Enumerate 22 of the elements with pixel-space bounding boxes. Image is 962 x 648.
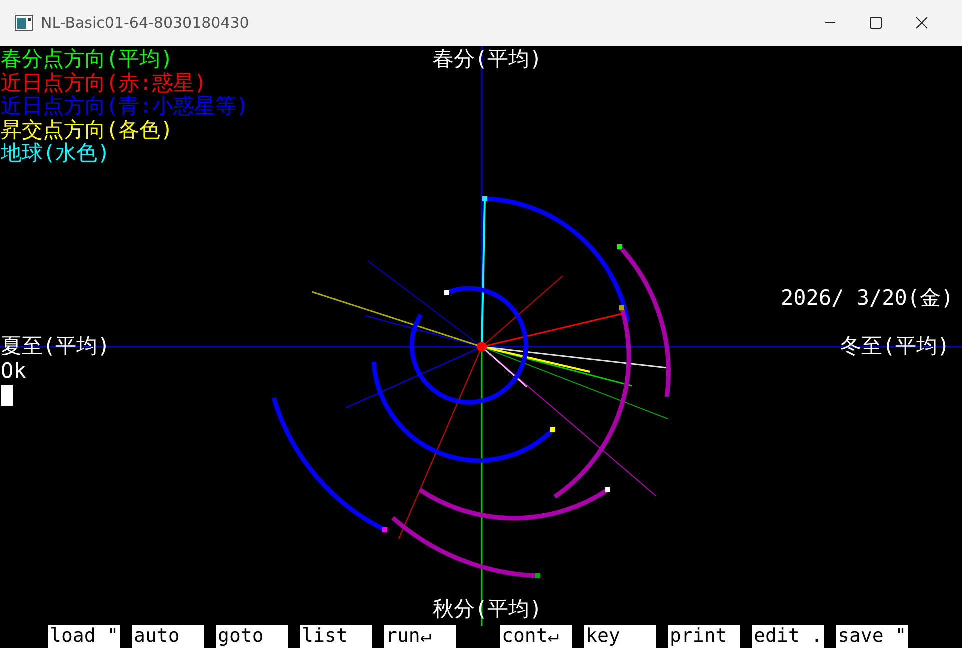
function-key[interactable]: run↵: [384, 625, 456, 648]
legend-label: 地球(水色): [1, 142, 112, 166]
legend-label: 春分点方向(平均): [1, 48, 174, 72]
function-key[interactable]: print: [668, 625, 740, 648]
legend-label: 近日点方向(青:小惑星等): [1, 95, 249, 118]
function-key[interactable]: auto: [132, 625, 204, 648]
function-key[interactable]: save ": [836, 625, 908, 648]
function-key[interactable]: load ": [48, 625, 120, 648]
function-key[interactable]: goto: [216, 625, 288, 648]
app-icon: [15, 15, 33, 31]
function-key[interactable]: list: [300, 625, 372, 648]
close-icon[interactable]: [916, 17, 928, 29]
legend-label: 昇交点方向(各色): [1, 118, 174, 142]
function-key[interactable]: cont↵: [500, 625, 572, 648]
prompt-text: Ok: [1, 360, 26, 384]
legend-label: 近日点方向(赤:惑星): [1, 72, 208, 95]
window-title: NL-Basic01-64-8030180430: [41, 14, 250, 32]
function-key[interactable]: edit .: [752, 625, 824, 648]
function-key[interactable]: key: [584, 625, 656, 648]
text-cursor: [1, 385, 13, 406]
maximize-icon[interactable]: [870, 17, 882, 29]
date-label: 2026/ 3/20(金): [781, 287, 954, 310]
